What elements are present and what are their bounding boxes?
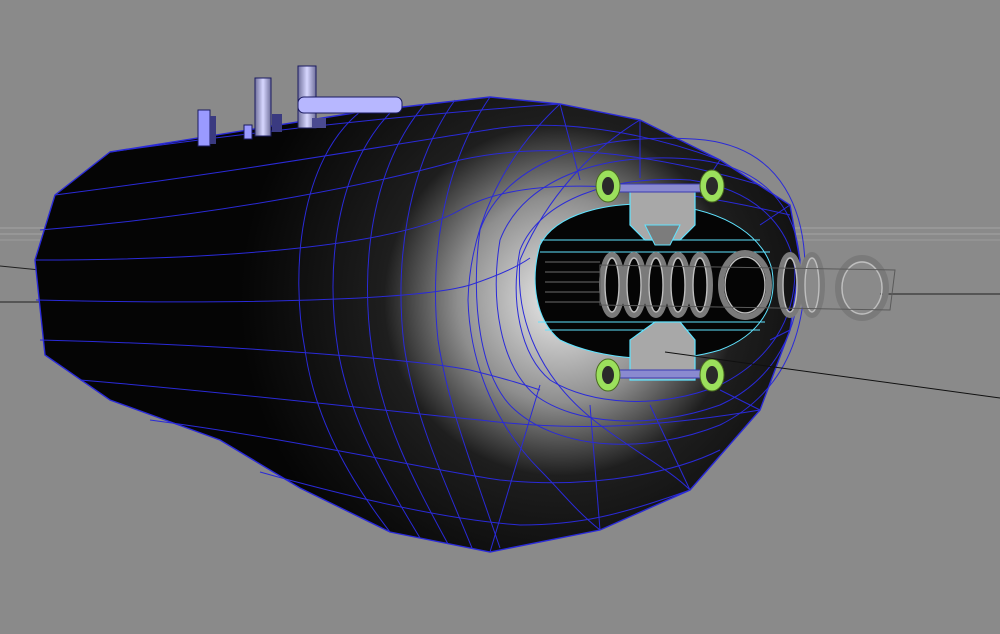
viewport-scene[interactable] (0, 0, 1000, 634)
3d-viewport[interactable] (0, 0, 1000, 634)
